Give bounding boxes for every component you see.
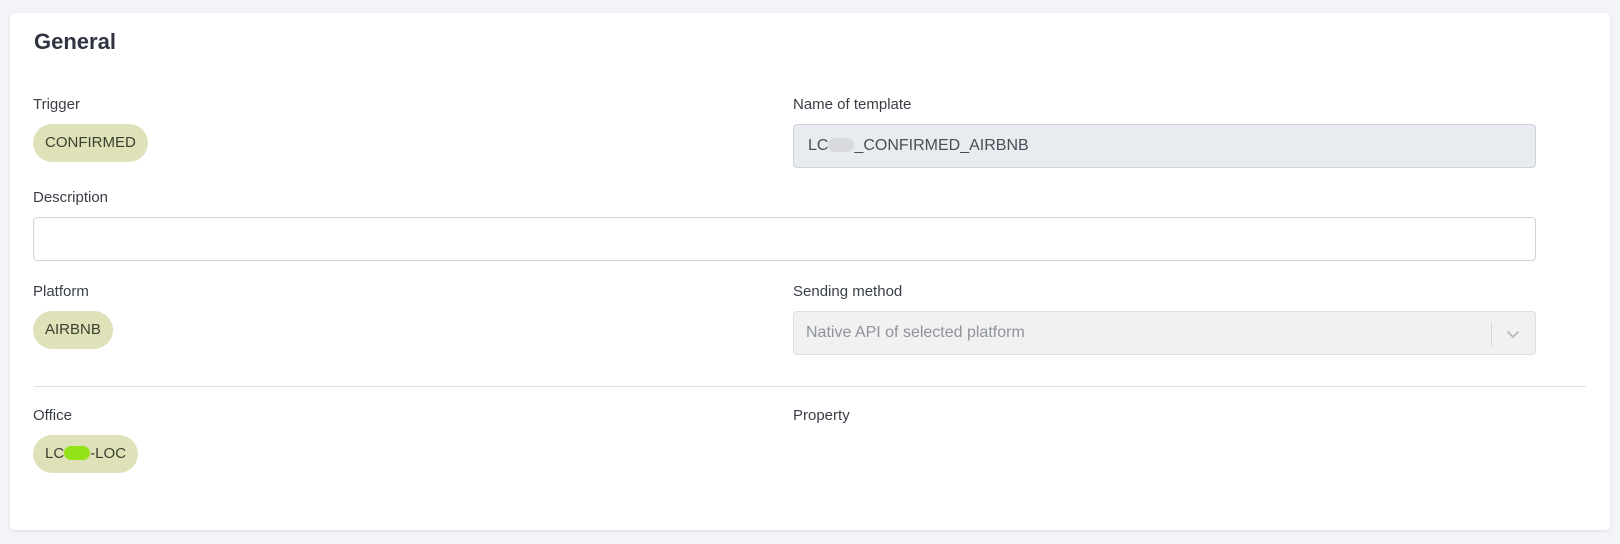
trigger-label: Trigger (33, 96, 80, 113)
office-chip[interactable]: LC -LOC (33, 435, 139, 473)
section-divider (34, 386, 1586, 387)
trigger-chip[interactable]: CONFIRMED (33, 124, 148, 162)
sending-method-value: Native API of selected platform (806, 324, 1025, 341)
office-label: Office (33, 407, 72, 424)
sending-method-select[interactable]: Native API of selected platform (793, 311, 1536, 355)
office-prefix: LC (45, 445, 65, 462)
sending-method-label: Sending method (793, 283, 903, 300)
redaction-mark (828, 138, 855, 152)
office-suffix: -LOC (90, 445, 127, 462)
chevron-down-icon[interactable] (1503, 324, 1523, 344)
template-name-field[interactable]: LC _CONFIRMED_AIRBNB (793, 124, 1536, 168)
platform-chip[interactable]: AIRBNB (33, 311, 113, 349)
description-label: Description (33, 189, 109, 206)
template-name-label: Name of template (793, 96, 912, 113)
template-name-prefix: LC (808, 137, 829, 154)
section-title: General (34, 29, 116, 54)
general-card: General Trigger CONFIRMED Name of templa… (10, 13, 1610, 530)
description-input[interactable] (33, 217, 1536, 261)
template-name-suffix: _CONFIRMED_AIRBNB (854, 137, 1029, 154)
select-separator (1491, 322, 1492, 346)
redaction-mark (64, 446, 91, 460)
property-label: Property (793, 407, 850, 424)
platform-label: Platform (33, 283, 89, 300)
